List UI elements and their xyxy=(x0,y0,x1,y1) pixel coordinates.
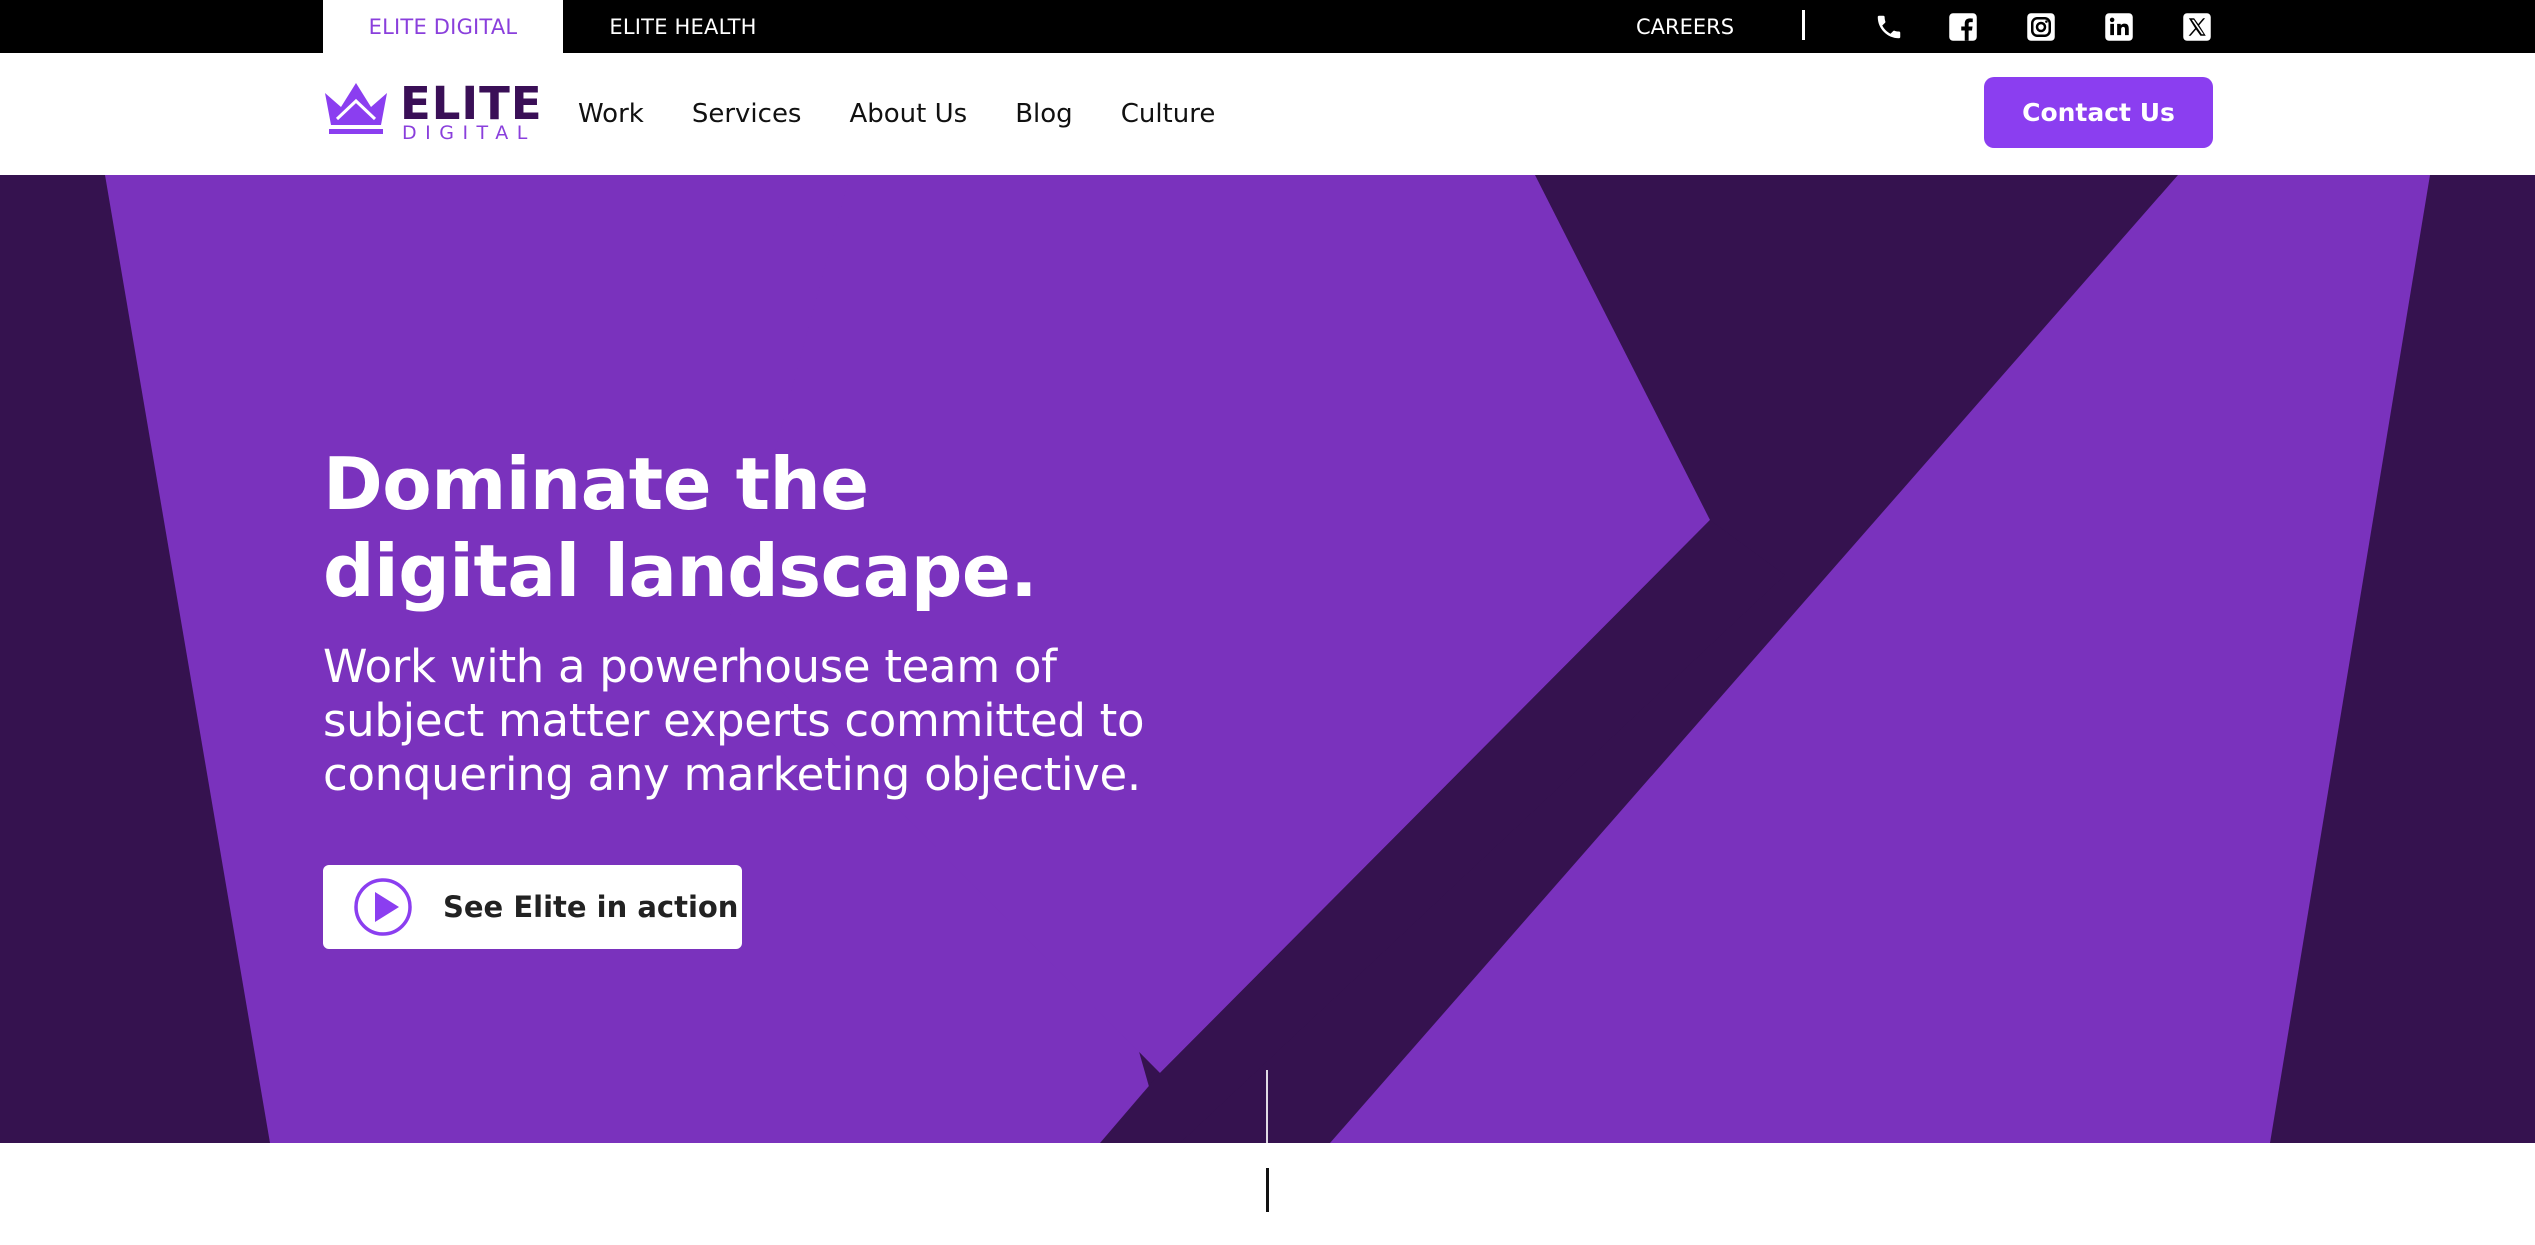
hero-subtitle-line: conquering any marketing objective. xyxy=(323,748,1141,801)
hero-subtitle-line: subject matter experts committed to xyxy=(323,694,1145,747)
instagram-icon[interactable] xyxy=(2026,12,2056,42)
x-twitter-icon[interactable] xyxy=(2182,12,2212,42)
linkedin-icon[interactable] xyxy=(2104,12,2134,42)
hero-title: Dominate the digital landscape. xyxy=(323,441,1323,615)
primary-nav: Work Services About Us Blog Culture xyxy=(578,53,1215,175)
play-icon xyxy=(354,878,412,936)
nav-item-services[interactable]: Services xyxy=(692,99,802,129)
nav-item-blog[interactable]: Blog xyxy=(1015,99,1072,129)
nav-item-work[interactable]: Work xyxy=(578,99,644,129)
nav-item-culture[interactable]: Culture xyxy=(1121,99,1216,129)
contact-us-button[interactable]: Contact Us xyxy=(1984,77,2213,148)
crown-icon xyxy=(325,83,387,134)
elite-digital-logo[interactable]: ELITE DIGITAL xyxy=(323,79,542,144)
action-button-label: See Elite in action xyxy=(443,890,739,924)
tab-elite-health[interactable]: ELITE HEALTH xyxy=(563,0,803,53)
hero-subtitle-line: Work with a powerhouse team of xyxy=(323,640,1057,693)
facebook-icon[interactable] xyxy=(1948,12,1978,42)
main-header: ELITE DIGITAL Work Services About Us Blo… xyxy=(0,53,2535,175)
nav-item-about-us[interactable]: About Us xyxy=(849,99,967,129)
hero-subtitle: Work with a powerhouse team of subject m… xyxy=(323,640,1223,802)
careers-link[interactable]: CAREERS xyxy=(1590,0,1780,53)
hero-title-line: Dominate the xyxy=(323,442,869,526)
phone-icon[interactable] xyxy=(1874,12,1904,42)
topbar-divider xyxy=(1802,10,1805,40)
hero-title-line: digital landscape. xyxy=(323,529,1038,613)
scroll-indicator-thumb xyxy=(1266,1168,1269,1212)
hero-section: Dominate the digital landscape. Work wit… xyxy=(0,175,2535,1143)
see-elite-in-action-button[interactable]: See Elite in action xyxy=(323,865,742,949)
logo-subtitle: DIGITAL xyxy=(402,122,536,144)
tab-elite-digital[interactable]: ELITE DIGITAL xyxy=(323,0,563,53)
scroll-indicator xyxy=(1266,1070,1269,1212)
top-utility-bar: ELITE DIGITAL ELITE HEALTH CAREERS xyxy=(0,0,2535,53)
scroll-indicator-track xyxy=(1266,1070,1268,1168)
